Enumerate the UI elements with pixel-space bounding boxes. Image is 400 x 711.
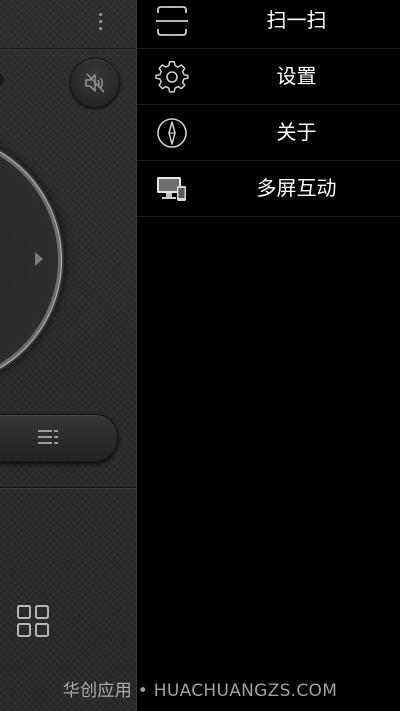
multi-screen-icon	[155, 173, 189, 205]
menu-item-label: 关于	[276, 120, 317, 144]
more-dot	[98, 26, 102, 30]
menu-item-scan[interactable]: 扫一扫	[137, 0, 400, 49]
side-drawer-menu: 扫一扫 设置 关于 多屏互动	[137, 0, 400, 711]
triangle-right-icon[interactable]	[35, 252, 43, 266]
menu-item-label: 扫一扫	[266, 8, 327, 32]
menu-item-settings[interactable]: 设置	[137, 49, 400, 105]
menu-item-about[interactable]: 关于	[137, 105, 400, 161]
menu-lines-icon	[38, 430, 58, 444]
speaker-muted-icon	[85, 73, 105, 93]
menu-item-multi-screen[interactable]: 多屏互动	[137, 161, 400, 217]
menu-item-label: 设置	[276, 64, 317, 88]
gear-icon	[155, 61, 189, 93]
remote-top-bar	[0, 0, 136, 49]
more-options-button[interactable]	[88, 6, 112, 36]
grid-apps-icon[interactable]	[16, 604, 50, 638]
panel-divider	[0, 487, 136, 488]
direction-pad[interactable]	[0, 138, 58, 382]
compass-icon	[155, 117, 189, 149]
mute-button[interactable]	[70, 58, 120, 108]
more-dot	[98, 19, 102, 23]
remote-control-panel	[0, 0, 137, 711]
more-vertical-icon	[98, 12, 102, 16]
scan-icon	[155, 5, 189, 37]
partial-button[interactable]	[0, 74, 4, 86]
watermark-text: 华创应用 • HUACHUANGZS.COM	[62, 681, 338, 701]
menu-item-label: 多屏互动	[256, 176, 337, 200]
app-screen: 扫一扫 设置 关于 多屏互动 华创应用 • HUACHUANGZS.COM	[0, 0, 400, 711]
